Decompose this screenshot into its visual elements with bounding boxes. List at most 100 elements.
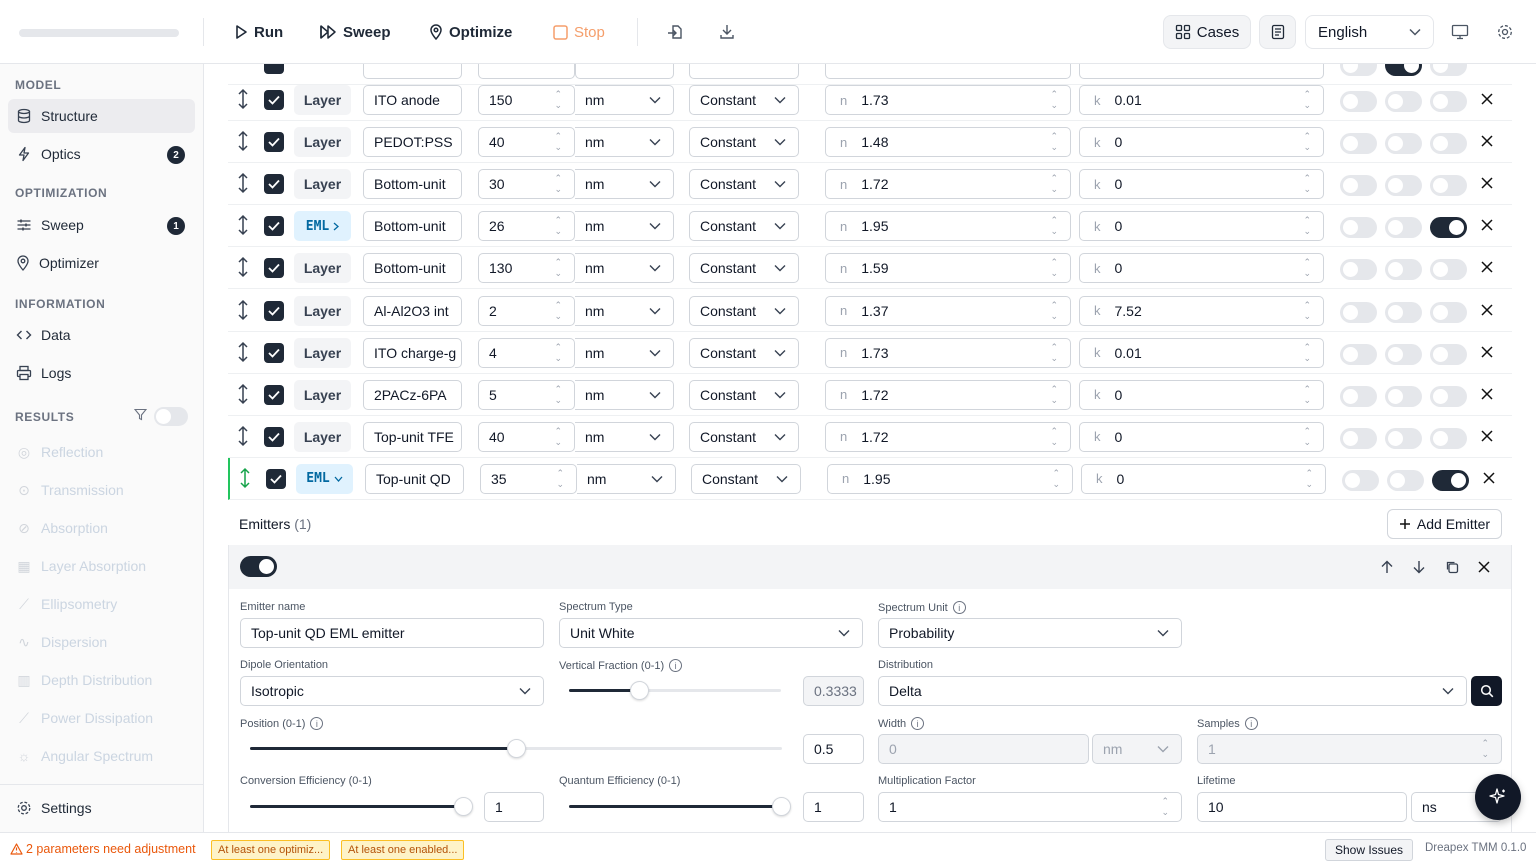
layer-enabled-checkbox[interactable] [264,384,284,405]
info-icon[interactable]: i [1244,717,1258,730]
thickness-input[interactable]: 5 ⌃ ⌄ [478,379,575,410]
layer-name-input[interactable]: 2PACz-6PA [363,379,462,410]
layer-toggle-a[interactable] [1340,343,1377,365]
delete-layer-icon[interactable] [1480,92,1494,106]
stepper-icon[interactable]: ⌃ ⌄ [1050,384,1058,406]
layer-toggle-a[interactable] [1340,427,1377,449]
model-select[interactable]: Constant [689,337,799,368]
drag-handle-icon[interactable] [236,299,250,321]
add-emitter-button[interactable]: Add Emitter [1387,509,1502,539]
layer-toggle-a[interactable] [1340,175,1377,197]
conversion-input[interactable]: 1 [484,792,544,822]
k-input[interactable]: k 0 ⌃ ⌄ [1079,379,1324,410]
thickness-input[interactable] [478,64,575,79]
emitter-enabled-toggle[interactable] [240,556,277,577]
layer-row[interactable]: Layer Bottom-unit 130 ⌃ ⌄ nm Constant n 1.59 ⌃ ⌄ k 0… [228,247,1512,290]
n-input[interactable]: n 1.72 ⌃ ⌄ [825,169,1071,200]
layer-toggle-b[interactable] [1385,91,1422,112]
unit-select[interactable]: nm [577,463,676,494]
drag-handle-icon[interactable] [236,425,250,447]
delete-layer-icon[interactable] [1480,429,1494,443]
thickness-input[interactable]: 150 ⌃ ⌄ [478,85,575,115]
slider-handle[interactable] [454,797,473,816]
k-input[interactable]: k 0 ⌃ ⌄ [1081,463,1326,494]
drag-handle-icon[interactable] [238,467,252,489]
layer-emitter-toggle[interactable] [1430,217,1467,239]
k-input[interactable]: k 0 ⌃ ⌄ [1079,421,1324,452]
layer-toggle-a[interactable] [1340,133,1377,155]
delete-layer-icon[interactable] [1480,260,1494,274]
k-input[interactable]: k 0.01 ⌃ ⌄ [1079,337,1324,368]
k-input[interactable] [1079,64,1324,79]
arrow-up-icon[interactable] [1380,560,1394,574]
layer-row[interactable]: Layer PEDOT:PSS 40 ⌃ ⌄ nm Constant n 1.48 ⌃ ⌄ k 0 ⌃ ⌄ [228,121,1512,164]
n-input[interactable]: n 1.72 ⌃ ⌄ [825,379,1071,410]
layer-emitter-toggle[interactable] [1430,259,1467,281]
thickness-input[interactable]: 40 ⌃ ⌄ [478,127,575,158]
layer-enabled-checkbox[interactable] [266,468,286,489]
layer-name-input[interactable]: PEDOT:PSS [363,127,462,158]
unit-select[interactable]: nm [575,295,674,326]
layer-toggle-a[interactable] [1340,259,1377,281]
stepper-icon[interactable]: ⌃ ⌄ [554,257,562,279]
stepper-icon[interactable]: ⌃ ⌄ [554,215,562,237]
delete-layer-icon[interactable] [1480,134,1494,148]
show-issues-button[interactable]: Show Issues [1325,839,1413,861]
layer-toggle-b[interactable] [1385,259,1422,281]
stepper-icon[interactable]: ⌃ ⌄ [1050,257,1058,279]
monitor-icon[interactable] [1448,20,1472,44]
layer-emitter-toggle[interactable] [1430,133,1467,155]
layer-enabled-checkbox[interactable] [264,90,284,110]
layer-enabled-checkbox[interactable] [264,300,284,321]
layer-row[interactable]: Layer Al-Al2O3 int 2 ⌃ ⌄ nm Constant n 1.37 ⌃ ⌄ k 7.… [228,290,1512,332]
layer-name-input[interactable]: Top-unit TFE [363,421,462,452]
layer-toggle-b[interactable] [1385,385,1422,407]
stepper-icon[interactable]: ⌃ ⌄ [1050,131,1058,153]
position-slider[interactable] [250,739,782,758]
results-filter-toggle[interactable] [154,407,188,426]
multiplication-input[interactable]: 1 ⌃ ⌄ [878,792,1182,822]
toggle-a[interactable] [1340,64,1377,76]
emitter-name-input[interactable]: Top-unit QD EML emitter [240,618,544,648]
thickness-input[interactable]: 40 ⌃ ⌄ [478,421,575,452]
drag-handle-icon[interactable] [236,256,250,278]
layer-toggle-a[interactable] [1340,301,1377,323]
sweep-button[interactable]: Sweep [319,16,391,48]
n-input[interactable]: n 1.73 ⌃ ⌄ [825,337,1071,368]
layer-toggle-a[interactable] [1342,469,1379,491]
drag-handle-icon[interactable] [236,88,250,110]
stepper-icon[interactable]: ⌃ ⌄ [1303,300,1311,322]
stepper-icon[interactable]: ⌃ ⌄ [1050,300,1058,322]
sidebar-item-result[interactable]: ▥ Depth Distribution [8,663,195,697]
slider-handle[interactable] [630,681,649,700]
layer-emitter-toggle[interactable] [1430,175,1467,197]
layer-row[interactable]: Layer ITO anode 150 ⌃ ⌄ nm Constant n 1.73 ⌃ ⌄ k 0.0… [228,79,1512,121]
model-select[interactable]: Constant [689,295,799,326]
sidebar-item-data[interactable]: Data [8,318,195,352]
cases-button[interactable]: Cases [1163,15,1251,49]
layer-row[interactable]: EML Bottom-unit 26 ⌃ ⌄ nm Constant n 1.95 ⌃ ⌄ k 0 ⌃ ⌄ [228,205,1512,248]
info-icon[interactable]: i [310,717,324,730]
stepper-icon[interactable]: ⌃ ⌄ [554,384,562,406]
gear-icon[interactable] [1493,20,1517,44]
unit-select[interactable]: nm [575,169,674,200]
n-input[interactable]: n 1.72 ⌃ ⌄ [825,421,1071,452]
layer-name-input[interactable]: Bottom-unit [363,169,462,200]
k-input[interactable]: k 7.52 ⌃ ⌄ [1079,295,1324,326]
slider-handle[interactable] [772,797,791,816]
sidebar-item-result[interactable]: ⊙ Transmission [8,473,195,507]
k-input[interactable]: k 0 ⌃ ⌄ [1079,211,1324,242]
layer-toggle-b[interactable] [1387,469,1424,491]
n-input[interactable]: n 1.95 ⌃ ⌄ [825,211,1071,242]
quantum-input[interactable]: 1 [803,792,864,822]
info-icon[interactable]: i [669,659,683,672]
stepper-icon[interactable]: ⌃ ⌄ [1303,89,1311,111]
drag-handle-icon[interactable] [236,172,250,194]
sidebar-item-result[interactable]: ◎ Reflection [8,435,195,469]
sidebar-item-result[interactable]: ⊘ Absorption [8,511,195,545]
run-button[interactable]: Run [234,16,283,48]
delete-layer-icon[interactable] [1480,303,1494,317]
stepper-icon[interactable]: ⌃ ⌄ [1050,342,1058,364]
n-input[interactable] [825,64,1071,79]
n-input[interactable]: n 1.59 ⌃ ⌄ [825,253,1071,284]
